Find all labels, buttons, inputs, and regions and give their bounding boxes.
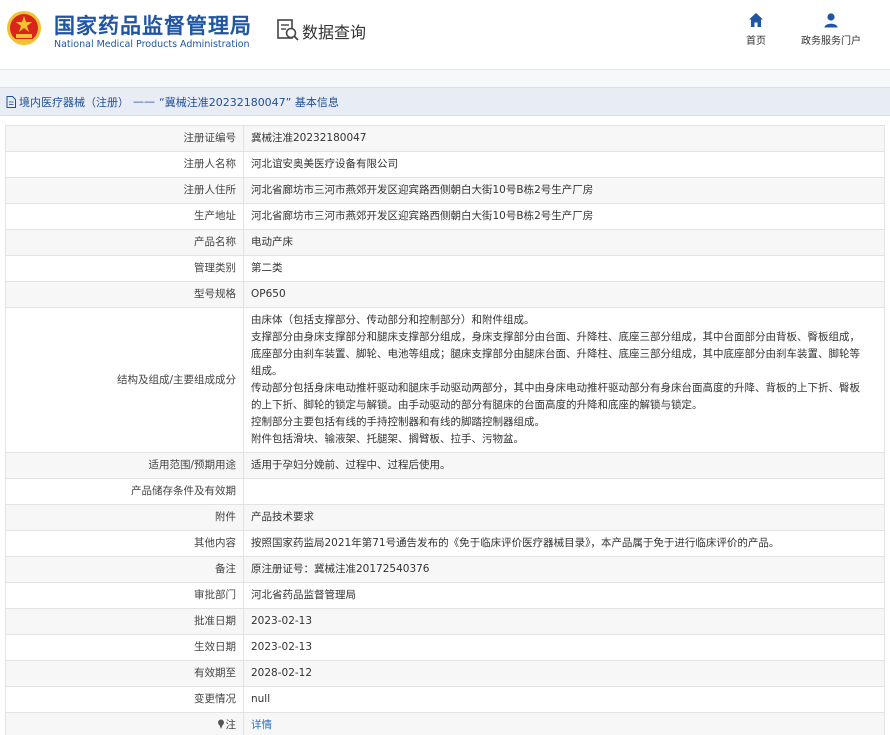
nav-gov-portal[interactable]: 政务服务门户 xyxy=(792,12,870,47)
table-row: 注册人名称 河北谊安奥美医疗设备有限公司 xyxy=(5,151,885,178)
structure-line: 支撑部分由身床支撑部分和腿床支撑部分组成，身床支撑部分由台面、升降柱、底座三部分… xyxy=(251,331,860,343)
table-row: 生产地址 河北省廊坊市三河市燕郊开发区迎宾路西侧朝白大街10号B栋2号生产厂房 xyxy=(5,203,885,230)
row-value: 产品技术要求 xyxy=(243,504,885,531)
row-label: 结构及组成/主要组成成分 xyxy=(5,307,244,453)
structure-line: 底座部分由刹车装置、脚轮、电池等组成；腿床支撑部分由腿床台面、升降柱、底座三部分… xyxy=(251,348,860,360)
table-row: 其他内容 按照国家药监局2021年第71号通告发布的《免于临床评价医疗器械目录》… xyxy=(5,530,885,557)
breadcrumb-title: “冀械注准20232180047” 基本信息 xyxy=(159,95,339,109)
row-label: 管理类别 xyxy=(5,255,244,282)
row-value: 第二类 xyxy=(243,255,885,282)
row-value: 电动产床 xyxy=(243,229,885,256)
row-value: null xyxy=(243,686,885,713)
row-value: 详情 xyxy=(243,712,885,735)
row-value: 由床体（包括支撑部分、传动部分和控制部分）和附件组成。 支撑部分由身床支撑部分和… xyxy=(243,307,885,453)
row-label: 备注 xyxy=(5,556,244,583)
row-label: 注册人名称 xyxy=(5,151,244,178)
site-title-cn: 国家药品监督管理局 xyxy=(54,14,252,38)
structure-line: 控制部分主要包括有线的手持控制器和有线的脚踏控制器组成。 xyxy=(251,416,545,428)
row-label: 产品储存条件及有效期 xyxy=(5,478,244,505)
row-label: 产品名称 xyxy=(5,229,244,256)
row-label: 变更情况 xyxy=(5,686,244,713)
structure-line: 传动部分包括身床电动推杆驱动和腿床手动驱动两部分，其中由身床电动推杆驱动部分有身… xyxy=(251,382,860,394)
breadcrumb: 境内医疗器械（注册） —— “冀械注准20232180047” 基本信息 xyxy=(0,87,890,116)
site-title-en: National Medical Products Administration xyxy=(54,39,250,50)
row-value: OP650 xyxy=(243,281,885,308)
structure-line: 由床体（包括支撑部分、传动部分和控制部分）和附件组成。 xyxy=(251,314,535,326)
pin-icon xyxy=(217,719,224,729)
table-row: 附件 产品技术要求 xyxy=(5,504,885,531)
row-label: 型号规格 xyxy=(5,281,244,308)
nav-home-label: 首页 xyxy=(746,36,766,47)
table-row: 适用范围/预期用途 适用于孕妇分娩前、过程中、过程后使用。 xyxy=(5,452,885,479)
row-label: 其他内容 xyxy=(5,530,244,557)
row-value: 适用于孕妇分娩前、过程中、过程后使用。 xyxy=(243,452,885,479)
site-header: 国家药品监督管理局 National Medical Products Admi… xyxy=(0,0,890,70)
document-icon xyxy=(6,95,16,108)
table-row: 注册证编号 冀械注准20232180047 xyxy=(5,125,885,152)
note-label: 注 xyxy=(225,719,237,731)
data-query-icon xyxy=(277,19,299,41)
data-query-title: 数据查询 xyxy=(302,23,367,42)
row-label: 注册人住所 xyxy=(5,177,244,204)
nav-gov-portal-label: 政务服务门户 xyxy=(801,36,861,47)
row-value: 河北省药品监督管理局 xyxy=(243,582,885,609)
structure-line: 附件包括滑块、输液架、托腿架、搁臂板、拉手、污物盆。 xyxy=(251,433,524,445)
row-value: 原注册证号：冀械注准20172540376 xyxy=(243,556,885,583)
row-label: 附件 xyxy=(5,504,244,531)
row-label: 生效日期 xyxy=(5,634,244,661)
table-row: 审批部门 河北省药品监督管理局 xyxy=(5,582,885,609)
table-row: 生效日期 2023-02-13 xyxy=(5,634,885,661)
emblem-logo-icon xyxy=(7,11,41,45)
nav-home[interactable]: 首页 xyxy=(738,12,774,47)
row-value: 河北省廊坊市三河市燕郊开发区迎宾路西侧朝白大街10号B栋2号生产厂房 xyxy=(243,177,885,204)
table-row: 备注 原注册证号：冀械注准20172540376 xyxy=(5,556,885,583)
breadcrumb-separator: —— xyxy=(133,95,155,108)
table-row: 变更情况 null xyxy=(5,686,885,713)
row-label: 批准日期 xyxy=(5,608,244,635)
row-label: 有效期至 xyxy=(5,660,244,687)
row-label: 审批部门 xyxy=(5,582,244,609)
table-row: 产品名称 电动产床 xyxy=(5,229,885,256)
table-row: 产品储存条件及有效期 xyxy=(5,478,885,505)
row-value: 2023-02-13 xyxy=(243,634,885,661)
table-row: 结构及组成/主要组成成分 由床体（包括支撑部分、传动部分和控制部分）和附件组成。… xyxy=(5,307,885,453)
header-gap xyxy=(0,70,890,87)
table-row: 注册人住所 河北省廊坊市三河市燕郊开发区迎宾路西侧朝白大街10号B栋2号生产厂房 xyxy=(5,177,885,204)
structure-line: 的上下折、脚轮的锁定与解锁。由手动驱动的部分有腿床的台面高度的升降和底座的解锁与… xyxy=(251,399,703,411)
row-label: 适用范围/预期用途 xyxy=(5,452,244,479)
table-row: 注 详情 xyxy=(5,712,885,735)
row-value: 2028-02-12 xyxy=(243,660,885,687)
row-label: 生产地址 xyxy=(5,203,244,230)
breadcrumb-category[interactable]: 境内医疗器械（注册） xyxy=(19,94,129,110)
row-label: 注册证编号 xyxy=(5,125,244,152)
row-value: 2023-02-13 xyxy=(243,608,885,635)
row-value: 按照国家药监局2021年第71号通告发布的《免于临床评价医疗器械目录》，本产品属… xyxy=(243,530,885,557)
row-value: 河北谊安奥美医疗设备有限公司 xyxy=(243,151,885,178)
info-table: 注册证编号 冀械注准20232180047 注册人名称 河北谊安奥美医疗设备有限… xyxy=(5,125,885,735)
structure-line: 组成。 xyxy=(251,365,283,377)
row-value: 冀械注准20232180047 xyxy=(243,125,885,152)
home-icon xyxy=(749,13,763,27)
row-value xyxy=(243,478,885,505)
table-row: 型号规格 OP650 xyxy=(5,281,885,308)
table-row: 批准日期 2023-02-13 xyxy=(5,608,885,635)
table-row: 管理类别 第二类 xyxy=(5,255,885,282)
table-row: 有效期至 2028-02-12 xyxy=(5,660,885,687)
info-table-wrapper: 注册证编号 冀械注准20232180047 注册人名称 河北谊安奥美医疗设备有限… xyxy=(0,116,890,735)
details-link[interactable]: 详情 xyxy=(251,719,272,731)
user-icon xyxy=(824,13,838,28)
note-label-cell: 注 xyxy=(5,712,244,735)
row-value: 河北省廊坊市三河市燕郊开发区迎宾路西侧朝白大街10号B栋2号生产厂房 xyxy=(243,203,885,230)
